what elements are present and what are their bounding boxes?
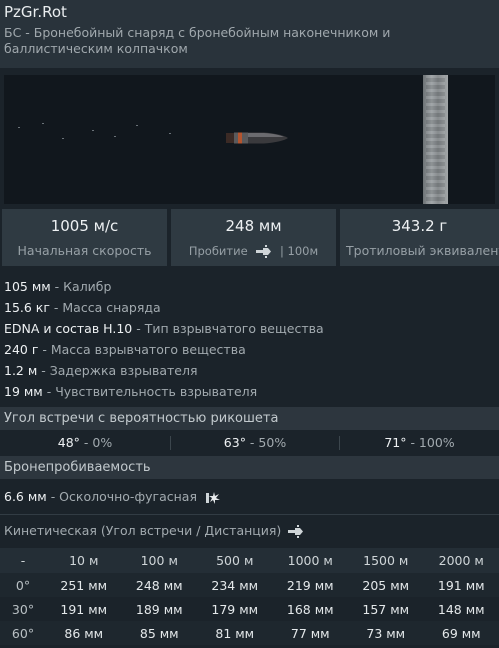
explosion-icon bbox=[205, 491, 220, 504]
prop-desc: - Задержка взрывателя bbox=[37, 363, 198, 378]
penetration-distance: | 100м bbox=[279, 244, 319, 258]
table-cell: 73 мм bbox=[348, 621, 424, 645]
table-cell: 148 мм bbox=[437, 601, 485, 617]
prop-desc: - Тип взрывчатого вещества bbox=[132, 321, 324, 336]
column-header: 2000 м bbox=[423, 548, 499, 573]
armor-pierce-icon bbox=[288, 525, 304, 538]
table-cell: 205 мм bbox=[348, 573, 424, 597]
column-header: - bbox=[0, 548, 46, 573]
ricochet-cell: 71° - 100% bbox=[340, 432, 499, 454]
table-cell: 189 мм bbox=[135, 601, 183, 617]
prop-explosive-type: EDNA и состав H.10 - Тип взрывчатого вещ… bbox=[4, 318, 324, 339]
armor-pierce-icon bbox=[256, 245, 272, 258]
table-cell: 179 мм bbox=[211, 601, 259, 617]
penetration-label-row: Пробитие | 100м bbox=[171, 244, 336, 258]
ricochet-angle: 71° bbox=[384, 435, 407, 450]
table-cell: 168 мм bbox=[286, 601, 334, 617]
table-cell: 0° bbox=[0, 573, 46, 597]
penetration-value: 248 мм bbox=[225, 217, 282, 235]
ricochet-prob: - 50% bbox=[245, 435, 287, 450]
table-cell: 191 мм bbox=[60, 601, 108, 617]
tnt-label: Тротиловый эквивалент bbox=[346, 243, 499, 258]
ricochet-angle: 48° bbox=[57, 435, 80, 450]
ricochet-row: 48° - 0% 63° - 50% 71° - 100% bbox=[0, 432, 499, 454]
shell-description: БС - Бронебойный снаряд с бронебойным на… bbox=[4, 25, 391, 56]
column-header: 500 м bbox=[197, 548, 273, 573]
table-cell: 248 мм bbox=[121, 573, 197, 597]
shell-title: PzGr.Rot bbox=[4, 3, 67, 21]
header: PzGr.Rot БС - Бронебойный снаряд с броне… bbox=[0, 0, 499, 68]
tnt-value: 343.2 г bbox=[391, 217, 448, 235]
table-row: 60° 86 мм 85 мм 81 мм 77 мм 73 мм 69 мм bbox=[0, 621, 499, 645]
prop-desc: - Чувствительность взрывателя bbox=[42, 384, 258, 399]
stat-penetration: 248 мм Пробитие | 100м bbox=[171, 209, 336, 266]
velocity-value: 1005 м/с bbox=[50, 217, 119, 235]
prop-desc: - Масса взрывчатого вещества bbox=[38, 342, 246, 357]
ricochet-cell: 63° - 50% bbox=[171, 432, 339, 454]
table-row: 0° 251 мм 248 мм 234 мм 219 мм 205 мм 19… bbox=[0, 573, 499, 597]
stat-velocity: 1005 м/с Начальная скорость bbox=[2, 209, 167, 266]
prop-caliber: 105 мм - Калибр bbox=[4, 276, 324, 297]
ricochet-section-header: Угол встречи с вероятностью рикошета bbox=[0, 407, 499, 430]
table-cell: 86 мм bbox=[46, 621, 122, 645]
ricochet-cell: 48° - 0% bbox=[0, 432, 170, 454]
projectile-icon bbox=[226, 132, 288, 144]
stat-tnt: 343.2 г Тротиловый эквивалент bbox=[340, 209, 499, 266]
table-cell: 85 мм bbox=[121, 621, 197, 645]
prop-value: 240 г bbox=[4, 342, 39, 357]
column-header: 1000 м bbox=[272, 548, 348, 573]
prop-value: 105 мм bbox=[4, 279, 51, 294]
prop-value: 15.6 кг bbox=[4, 300, 50, 315]
prop-value: 1.2 м bbox=[4, 363, 38, 378]
armor-plate bbox=[423, 75, 448, 204]
table-cell: 77 мм bbox=[272, 621, 348, 645]
column-header: 1500 м bbox=[348, 548, 424, 573]
prop-desc: - Масса снаряда bbox=[49, 300, 161, 315]
he-penetration-row: 6.6 мм - Осколочно-фугасная bbox=[4, 486, 222, 508]
table-cell: 81 мм bbox=[197, 621, 273, 645]
ricochet-angle: 63° bbox=[223, 435, 246, 450]
armor-penetration-section-header: Бронепробиваемость bbox=[0, 456, 499, 479]
prop-fuse-delay: 1.2 м - Задержка взрывателя bbox=[4, 360, 324, 381]
ricochet-prob: - 100% bbox=[406, 435, 455, 450]
prop-fuse-sensitivity: 19 мм - Чувствительность взрывателя bbox=[4, 381, 324, 402]
he-penetration-desc: - Осколочно-фугасная bbox=[46, 489, 197, 504]
table-header-row: - 10 м 100 м 500 м 1000 м 1500 м 2000 м bbox=[0, 548, 499, 573]
kinetic-penetration-title: Кинетическая (Угол встречи / Дистанция) bbox=[4, 521, 304, 541]
table-cell: 251 мм bbox=[46, 573, 122, 597]
table-cell: 60° bbox=[0, 621, 46, 645]
table-cell: 157 мм bbox=[362, 601, 410, 617]
velocity-label: Начальная скорость bbox=[17, 243, 152, 258]
divider bbox=[0, 514, 499, 515]
kinetic-title-text: Кинетическая (Угол встречи / Дистанция) bbox=[4, 523, 282, 538]
prop-value: 19 мм bbox=[4, 384, 43, 399]
column-header: 100 м bbox=[121, 548, 197, 573]
he-penetration-value: 6.6 мм bbox=[4, 489, 47, 504]
table-cell: 30° bbox=[11, 601, 35, 617]
prop-value: EDNA и состав H.10 bbox=[4, 321, 133, 336]
penetration-label: Пробитие bbox=[188, 244, 248, 258]
table-cell: 69 мм bbox=[423, 621, 499, 645]
table-cell: 234 мм bbox=[197, 573, 273, 597]
table-row: 30° 191 мм 189 мм 179 мм 168 мм 157 мм 1… bbox=[0, 597, 499, 621]
penetration-table: - 10 м 100 м 500 м 1000 м 1500 м 2000 м … bbox=[0, 548, 499, 645]
prop-desc: - Калибр bbox=[50, 279, 112, 294]
stats-bar: 1005 м/с Начальная скорость 248 мм Проби… bbox=[0, 209, 499, 266]
table-cell: 219 мм bbox=[272, 573, 348, 597]
table-cell: 191 мм bbox=[423, 573, 499, 597]
ricochet-prob: - 0% bbox=[79, 435, 113, 450]
properties-list: 105 мм - Калибр 15.6 кг - Масса снаряда … bbox=[4, 276, 324, 402]
column-header: 10 м bbox=[46, 548, 122, 573]
prop-explosive-mass: 240 г - Масса взрывчатого вещества bbox=[4, 339, 324, 360]
prop-mass: 15.6 кг - Масса снаряда bbox=[4, 297, 324, 318]
